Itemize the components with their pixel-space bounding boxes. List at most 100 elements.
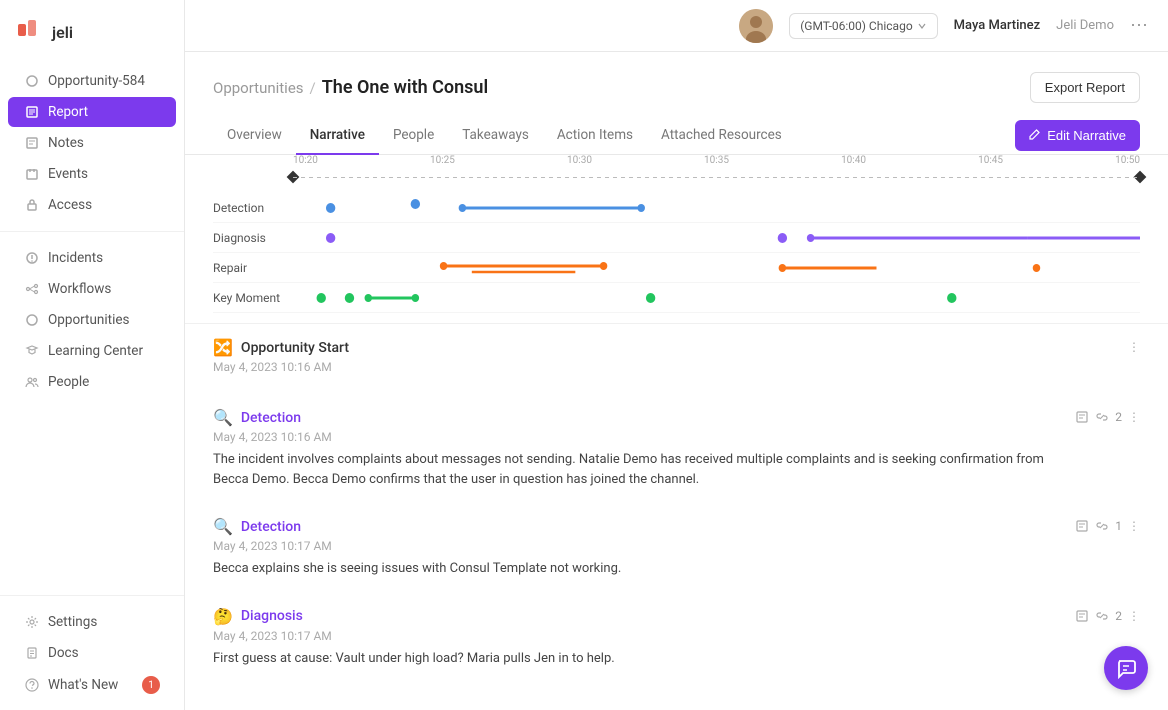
edit-narrative-button[interactable]: Edit Narrative [1015,120,1140,151]
sidebar-item-settings[interactable]: Settings [8,607,176,637]
learning-center-label: Learning Center [48,343,143,359]
tab-narrative[interactable]: Narrative [296,117,379,155]
report-icon [24,104,40,120]
event-detection-1-type[interactable]: Detection [241,410,301,426]
events-icon [24,166,40,182]
timeline-row-diagnosis: Diagnosis [213,223,1140,253]
link-icon[interactable] [1095,410,1109,424]
sidebar-item-workflows[interactable]: Workflows [8,274,176,304]
sidebar-item-whats-new[interactable]: What's New 1 [8,669,176,701]
edit-icon [1029,129,1042,142]
detection-1-more[interactable]: ⋮ [1128,410,1140,424]
more-icon[interactable]: ⋮ [1128,340,1140,354]
event-opportunity-start-actions: ⋮ [1128,338,1140,354]
event-diagnosis-1-actions: 2 ⋮ [1075,607,1140,623]
incidents-label: Incidents [48,250,103,266]
time-label-1030: 10:30 [567,155,592,166]
opportunities-label: Opportunities [48,312,129,328]
diagnosis-1-link-count: 2 [1115,609,1122,623]
diagnosis-1-more[interactable]: ⋮ [1128,609,1140,623]
workflows-label: Workflows [48,281,111,297]
timeline-label-detection: Detection [213,201,293,215]
chat-fab-icon [1115,657,1137,679]
event-type-label: Opportunity Start [241,340,349,356]
bottom-nav-section: Settings Docs What's New 1 [0,602,184,710]
sidebar-item-report[interactable]: Report [8,97,176,127]
chat-fab-button[interactable] [1104,646,1148,690]
event-opportunity-start-date: May 4, 2023 10:16 AM [213,360,1128,374]
detection-1-link-count: 2 [1115,410,1122,424]
tab-overview[interactable]: Overview [213,117,296,155]
detection-2-more[interactable]: ⋮ [1128,519,1140,533]
opportunity-start-icon: 🔀 [213,338,233,357]
topbar: (GMT-06:00) Chicago Maya Martinez Jeli D… [185,0,1168,52]
user-name: Maya Martinez [954,18,1040,33]
event-detection-2-type[interactable]: Detection [241,519,301,535]
opportunities-icon [24,312,40,328]
breadcrumb: Opportunities / The One with Consul [213,77,488,98]
export-report-button[interactable]: Export Report [1030,72,1140,103]
timeline-ruler-row: 10:20 10:25 10:30 10:35 10:40 10:45 10:5… [213,169,1140,185]
timeline-rows: Detection [213,193,1140,313]
org-name: Jeli Demo [1056,18,1114,33]
event-diagnosis-1-date: May 4, 2023 10:17 AM [213,629,1075,643]
sidebar-item-docs[interactable]: Docs [8,638,176,668]
timeline-row-detection: Detection [213,193,1140,223]
whats-new-badge: 1 [142,676,160,694]
event-diagnosis-1-row: 🤔 Diagnosis May 4, 2023 10:17 AM First g… [213,607,1140,669]
more-options-icon[interactable]: ⋯ [1130,15,1148,36]
opportunity-label: Opportunity-584 [48,73,145,89]
breadcrumb-link[interactable]: Opportunities [213,79,304,97]
timeline-line [293,177,1140,178]
event-detection-1-left: 🔍 Detection May 4, 2023 10:16 AM The inc… [213,408,1075,489]
note-icon-3[interactable] [1075,609,1089,623]
tab-action-items[interactable]: Action Items [543,117,647,155]
timeline-row-key-moment: Key Moment [213,283,1140,313]
opportunity-icon [24,73,40,89]
settings-icon [24,614,40,630]
event-diagnosis-1-type[interactable]: Diagnosis [241,608,303,624]
main-content: (GMT-06:00) Chicago Maya Martinez Jeli D… [185,0,1168,710]
sidebar-item-opportunities[interactable]: Opportunities [8,305,176,335]
tab-attached-resources[interactable]: Attached Resources [647,117,796,155]
sidebar-item-events[interactable]: Events [8,159,176,189]
timeline-track-diagnosis [293,228,1140,248]
event-opportunity-start-left: 🔀 Opportunity Start May 4, 2023 10:16 AM [213,338,1128,380]
access-icon [24,197,40,213]
detection-1-icon: 🔍 [213,408,233,427]
event-detection-2-left: 🔍 Detection May 4, 2023 10:17 AM Becca e… [213,517,1075,579]
link-icon-2[interactable] [1095,519,1109,533]
event-diagnosis-1-left: 🤔 Diagnosis May 4, 2023 10:17 AM First g… [213,607,1075,669]
sidebar-divider-2 [0,595,184,596]
opportunity-section: Opportunity-584 Report Notes Events Acce… [0,61,184,225]
event-detection-2-row: 🔍 Detection May 4, 2023 10:17 AM Becca e… [213,517,1140,579]
tab-takeaways[interactable]: Takeaways [448,117,543,155]
sidebar-item-opportunity[interactable]: Opportunity-584 [8,66,176,96]
time-label-1020: 10:20 [293,155,318,166]
sidebar-item-incidents[interactable]: Incidents [8,243,176,273]
notes-icon [24,135,40,151]
docs-label: Docs [48,645,79,661]
page-title: The One with Consul [322,77,488,98]
time-label-1040: 10:40 [841,155,866,166]
tabs-bar: Overview Narrative People Takeaways Acti… [185,117,1168,155]
tab-people[interactable]: People [379,117,448,155]
timeline-time-labels: 10:20 10:25 10:30 10:35 10:40 10:45 10:5… [293,155,1140,166]
sidebar-divider-1 [0,231,184,232]
learning-center-icon [24,343,40,359]
note-icon-2[interactable] [1075,519,1089,533]
note-icon[interactable] [1075,410,1089,424]
sidebar-item-notes[interactable]: Notes [8,128,176,158]
breadcrumb-sep: / [310,79,316,97]
detection-2-icon: 🔍 [213,517,233,536]
event-diagnosis-1: 🤔 Diagnosis May 4, 2023 10:17 AM First g… [213,607,1140,669]
link-icon-3[interactable] [1095,609,1109,623]
sidebar-item-learning-center[interactable]: Learning Center [8,336,176,366]
timeline-container: 10:20 10:25 10:30 10:35 10:40 10:45 10:5… [185,155,1168,324]
timezone-selector[interactable]: (GMT-06:00) Chicago [789,13,937,39]
whats-new-icon [24,677,40,693]
event-diagnosis-1-header: 🤔 Diagnosis [213,607,1075,626]
sidebar-item-access[interactable]: Access [8,190,176,220]
sidebar-item-people[interactable]: People [8,367,176,397]
logo-text: jeli [52,23,73,42]
